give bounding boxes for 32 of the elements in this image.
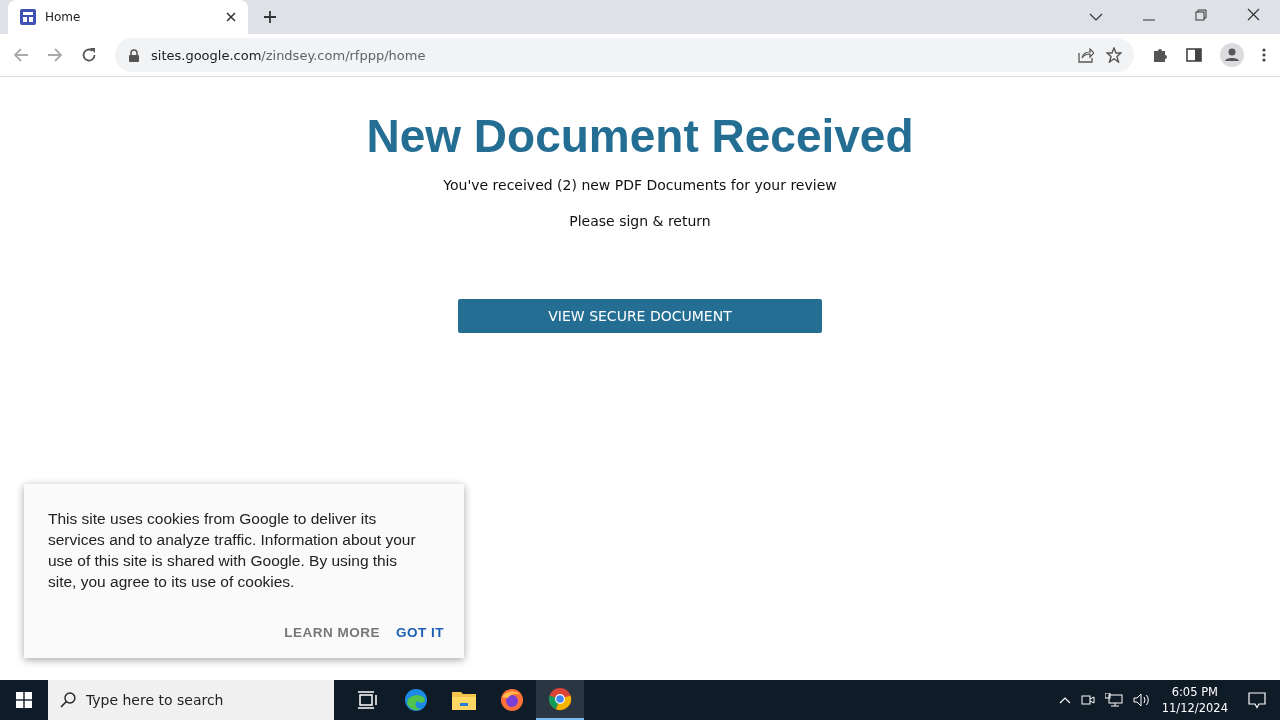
reload-icon[interactable] <box>81 47 97 63</box>
search-icon <box>60 692 76 708</box>
learn-more-button[interactable]: LEARN MORE <box>280 621 384 644</box>
profile-icon[interactable] <box>1220 43 1244 67</box>
windows-start-icon[interactable] <box>16 692 32 708</box>
chevron-down-icon[interactable] <box>1089 13 1103 21</box>
cookie-notice-text: This site uses cookies from Google to deliver its services and to analyze traffic. Information about your use of this site is shared with Google. By using this site, you agree to its use of cookies. <box>48 509 417 592</box>
chevron-up-icon[interactable] <box>1058 696 1071 704</box>
notification-icon[interactable] <box>1248 691 1266 709</box>
side-panel-icon[interactable] <box>1186 47 1202 63</box>
browser-tab[interactable]: Home <box>8 0 248 34</box>
accept-button[interactable]: GOT IT <box>392 621 448 644</box>
close-icon[interactable] <box>1247 8 1260 21</box>
page-layout-icon <box>20 9 36 25</box>
restore-icon[interactable] <box>1195 9 1207 21</box>
taskbar-clock[interactable]: 6:05 PM 11/12/2024 <box>1161 684 1228 716</box>
message-text: You've received (2) new PDF Documents for your review <box>443 177 837 193</box>
view-document-button[interactable]: VIEW SECURE DOCUMENT <box>458 299 822 333</box>
close-icon[interactable] <box>226 12 236 22</box>
more-menu-icon[interactable] <box>1262 48 1266 62</box>
chrome-browser-icon[interactable] <box>536 680 584 720</box>
star-icon[interactable] <box>1106 47 1122 63</box>
speaker-icon[interactable] <box>1132 693 1151 707</box>
message-text: Please sign & return <box>569 213 711 229</box>
lock-icon <box>129 48 139 62</box>
page-heading: New Document Received <box>366 109 914 163</box>
camera-icon[interactable] <box>1080 693 1095 707</box>
plus-icon[interactable] <box>263 10 277 24</box>
network-icon[interactable] <box>1104 693 1123 707</box>
puzzle-piece-icon[interactable] <box>1152 47 1168 63</box>
share-icon[interactable] <box>1078 47 1094 63</box>
address-bar[interactable]: sites.google.com/zindsey.com/rfppp/home <box>115 38 1134 72</box>
